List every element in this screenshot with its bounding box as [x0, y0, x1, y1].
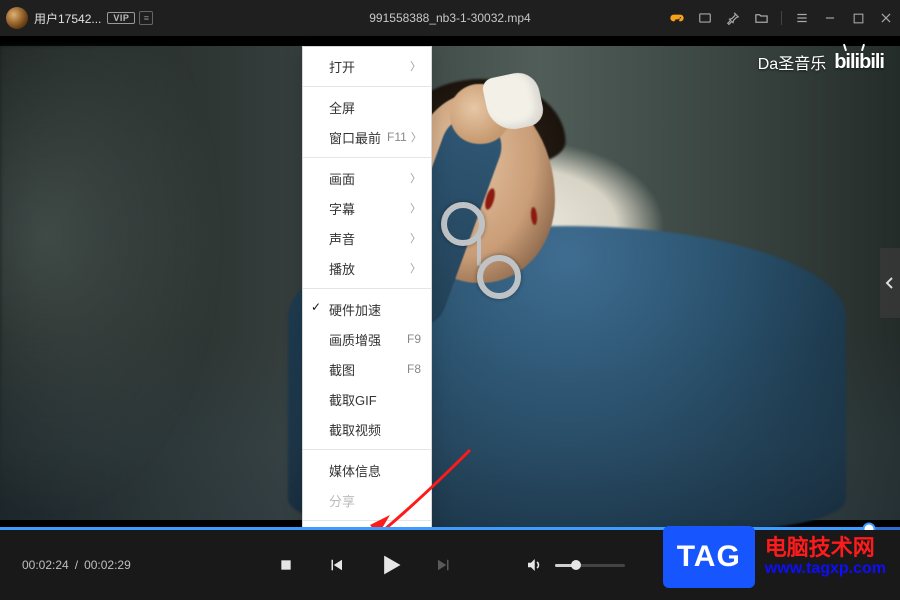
window-controls [669, 10, 894, 26]
window-title: 991558388_nb3-1-30032.mp4 [369, 11, 530, 25]
menu-separator [303, 157, 431, 158]
title-bar: 用户17542... VIP ≡ 991558388_nb3-1-30032.m… [0, 0, 900, 36]
menu-label: 硬件加速 [329, 300, 421, 319]
menu-label: 截图 [329, 360, 401, 379]
tag-line2: www.tagxp.com [765, 560, 886, 578]
menu-hw-accel[interactable]: 硬件加速 [303, 294, 431, 324]
time-display: 00:02:24 / 00:02:29 [22, 558, 131, 572]
menu-audio[interactable]: 声音 〉 [303, 223, 431, 253]
chevron-right-icon: 〉 [410, 200, 421, 216]
menu-label: 分享 [329, 491, 421, 510]
bilibili-logo-icon: bilibili [834, 51, 884, 74]
video-frame [0, 46, 900, 520]
vip-badge[interactable]: VIP [107, 12, 135, 24]
tag-watermark: TAG 电脑技术网 www.tagxp.com [663, 526, 886, 588]
prev-button[interactable] [325, 554, 347, 576]
menu-label: 截取视频 [329, 420, 421, 439]
tag-line1: 电脑技术网 [765, 535, 886, 560]
menu-label: 截取GIF [329, 390, 421, 409]
menu-open[interactable]: 打开 〉 [303, 51, 431, 81]
playlist-drawer-handle[interactable] [880, 248, 900, 318]
avatar[interactable] [6, 7, 28, 29]
menu-separator [303, 520, 431, 521]
next-button[interactable] [433, 554, 455, 576]
current-time: 00:02:24 [22, 558, 69, 572]
menu-label: 播放 [329, 259, 406, 278]
separator [781, 11, 782, 25]
menu-fullscreen[interactable]: 全屏 [303, 92, 431, 122]
extra-badge[interactable]: ≡ [139, 11, 153, 25]
menu-label: 画质增强 [329, 330, 401, 349]
menu-screenshot[interactable]: 截图 F8 [303, 354, 431, 384]
time-separator: / [75, 558, 78, 572]
menu-icon[interactable] [794, 10, 810, 26]
menu-always-on-top[interactable]: 窗口最前 F11 〉 [303, 122, 431, 152]
game-icon[interactable] [669, 10, 685, 26]
menu-label: 窗口最前 [329, 128, 381, 147]
menu-shortcut: F8 [407, 362, 421, 376]
context-menu: 打开 〉 全屏 窗口最前 F11 〉 画面 〉 字幕 〉 声音 〉 播放 〉 硬… [302, 46, 432, 561]
chevron-right-icon: 〉 [410, 260, 421, 276]
source-watermark: Da圣音乐 bilibili [758, 50, 884, 74]
menu-label: 媒体信息 [329, 461, 421, 480]
volume-icon[interactable] [523, 554, 545, 576]
close-icon[interactable] [878, 10, 894, 26]
channel-name: Da圣音乐 [758, 50, 826, 74]
username[interactable]: 用户17542... [34, 10, 101, 27]
minimize-icon[interactable] [822, 10, 838, 26]
menu-share: 分享 [303, 485, 431, 515]
maximize-icon[interactable] [850, 10, 866, 26]
mini-mode-icon[interactable] [697, 10, 713, 26]
duration-time: 00:02:29 [84, 558, 131, 572]
volume-control [523, 554, 625, 576]
menu-media-info[interactable]: 媒体信息 [303, 455, 431, 485]
volume-handle[interactable] [571, 560, 581, 570]
menu-separator [303, 288, 431, 289]
menu-shortcut: F9 [407, 332, 421, 346]
stop-button[interactable] [275, 554, 297, 576]
open-folder-icon[interactable] [753, 10, 769, 26]
menu-shortcut: F11 [387, 130, 407, 144]
menu-label: 打开 [329, 57, 406, 76]
menu-picture[interactable]: 画面 〉 [303, 163, 431, 193]
menu-playback[interactable]: 播放 〉 [303, 253, 431, 283]
menu-subtitle[interactable]: 字幕 〉 [303, 193, 431, 223]
tag-badge: TAG [663, 526, 755, 588]
play-button[interactable] [375, 550, 405, 580]
menu-label: 声音 [329, 229, 406, 248]
menu-separator [303, 449, 431, 450]
chevron-right-icon: 〉 [411, 129, 422, 145]
menu-label: 字幕 [329, 199, 406, 218]
pin-icon[interactable] [725, 10, 741, 26]
menu-capture-video[interactable]: 截取视频 [303, 414, 431, 444]
chevron-right-icon: 〉 [410, 58, 421, 74]
menu-capture-gif[interactable]: 截取GIF [303, 384, 431, 414]
menu-separator [303, 86, 431, 87]
chevron-right-icon: 〉 [410, 230, 421, 246]
menu-label: 画面 [329, 169, 406, 188]
chevron-right-icon: 〉 [410, 170, 421, 186]
menu-quality-boost[interactable]: 画质增强 F9 [303, 324, 431, 354]
volume-slider[interactable] [555, 564, 625, 567]
video-viewport[interactable]: Da圣音乐 bilibili [0, 36, 900, 530]
menu-label: 全屏 [329, 98, 421, 117]
